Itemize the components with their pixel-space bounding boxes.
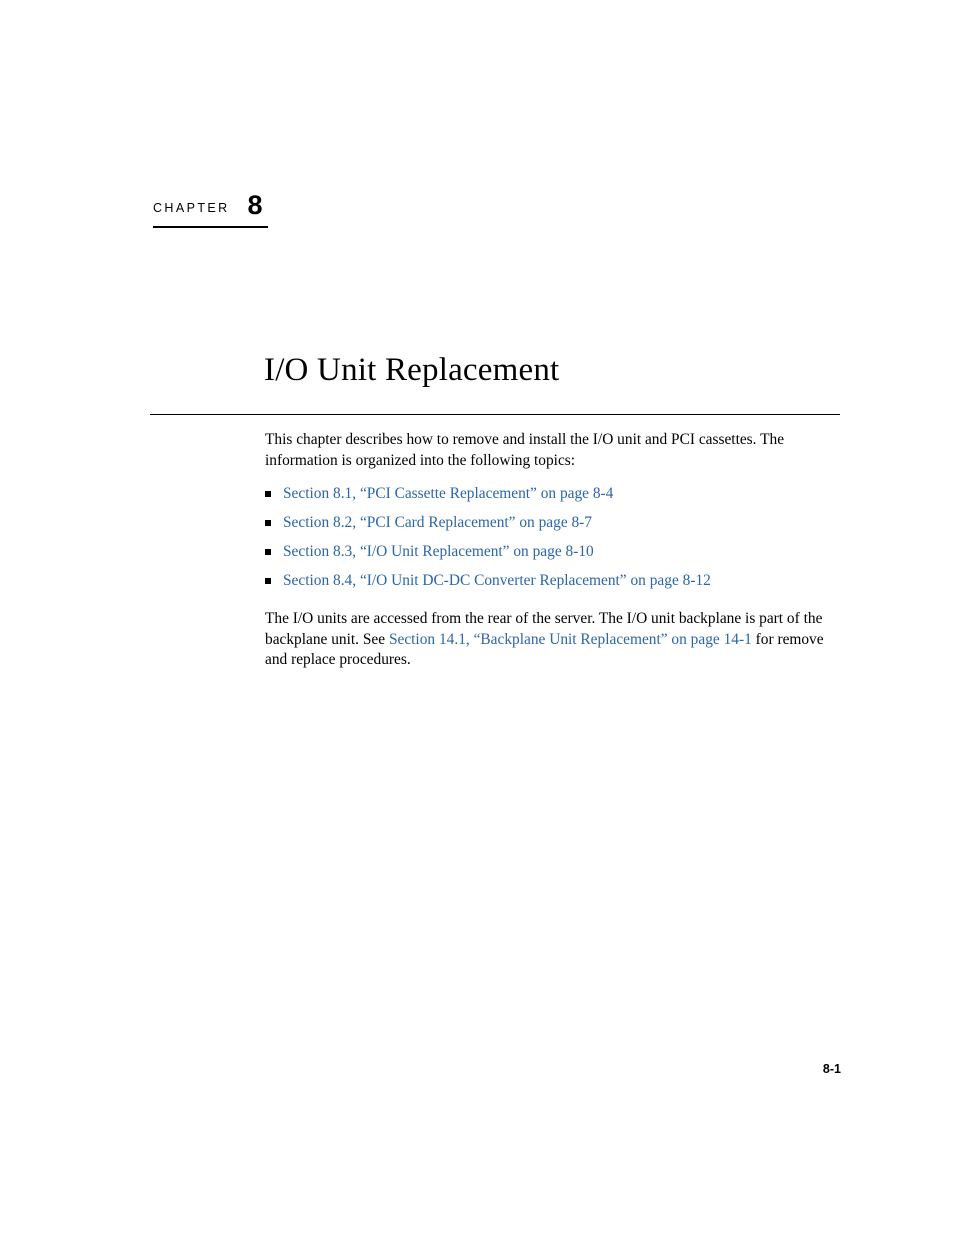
list-item: Section 8.4, “I/O Unit DC-DC Converter R… [265,571,843,591]
topic-link-section-8-4[interactable]: Section 8.4, “I/O Unit DC-DC Converter R… [283,572,711,589]
document-page: CHAPTER 8 I/O Unit Replacement This chap… [0,0,954,1235]
chapter-header: CHAPTER 8 [153,190,353,228]
chapter-header-row: CHAPTER 8 [153,190,353,220]
topic-link-section-8-3[interactable]: Section 8.3, “I/O Unit Replacement” on p… [283,543,594,560]
square-bullet-icon [265,578,271,584]
topic-link-section-8-2[interactable]: Section 8.2, “PCI Card Replacement” on p… [283,514,592,531]
page-title: I/O Unit Replacement [264,352,560,389]
chapter-number: 8 [247,190,263,220]
square-bullet-icon [265,549,271,555]
topic-link-list: Section 8.1, “PCI Cassette Replacement” … [265,484,843,591]
square-bullet-icon [265,520,271,526]
square-bullet-icon [265,491,271,497]
topic-link-section-8-1[interactable]: Section 8.1, “PCI Cassette Replacement” … [283,485,613,502]
closing-paragraph: The I/O units are accessed from the rear… [265,609,843,671]
chapter-underline-rule [153,226,268,228]
backplane-unit-replacement-link[interactable]: Section 14.1, “Backplane Unit Replacemen… [389,631,752,648]
intro-paragraph: This chapter describes how to remove and… [265,431,785,469]
list-item: Section 8.2, “PCI Card Replacement” on p… [265,513,843,533]
list-item: Section 8.1, “PCI Cassette Replacement” … [265,484,843,504]
list-item: Section 8.3, “I/O Unit Replacement” on p… [265,542,843,562]
body-content: This chapter describes how to remove and… [265,430,843,671]
page-number-footer: 8-1 [822,1062,841,1076]
chapter-label: CHAPTER [153,201,230,215]
title-divider-rule [150,414,840,416]
